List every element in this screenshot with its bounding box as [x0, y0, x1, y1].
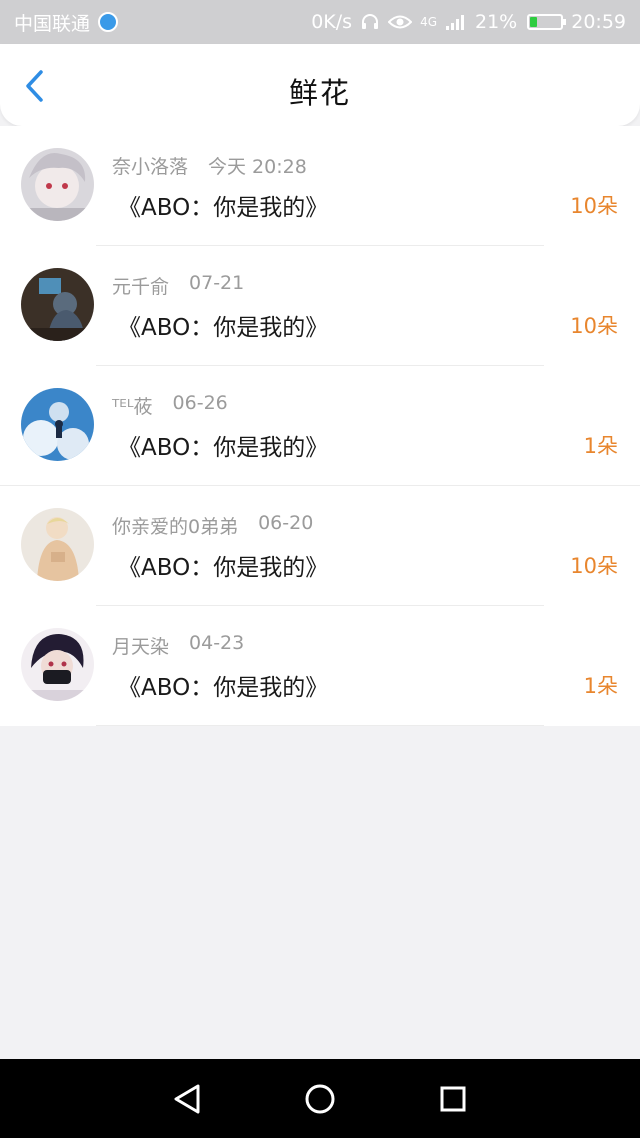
book-title: 《ABO：你是我的》 — [118, 435, 329, 461]
book-title: 《ABO：你是我的》 — [118, 675, 329, 701]
list-item[interactable]: 奈小洛落 今天 20:28 《ABO：你是我的》 10朵 — [0, 126, 640, 246]
flower-count: 10朵 — [570, 194, 618, 218]
avatar[interactable] — [21, 148, 94, 221]
list-item[interactable]: ᵀᴱᴸ莜 06-26 《ABO：你是我的》 1朵 — [0, 366, 640, 486]
list-item[interactable]: 元千俞 07-21 《ABO：你是我的》 10朵 — [0, 246, 640, 366]
sender-name: 元千俞 — [112, 276, 170, 298]
timestamp: 04-23 — [189, 632, 245, 654]
battery-icon — [527, 14, 567, 30]
battery-percent: 21% — [475, 11, 518, 33]
sender-name: ᵀᴱᴸ莜 — [112, 396, 153, 418]
book-title: 《ABO：你是我的》 — [118, 555, 329, 581]
page-title: 鲜花 — [288, 76, 351, 110]
timestamp: 06-26 — [172, 392, 228, 414]
eye-icon — [388, 13, 413, 31]
sender-name: 月天染 — [112, 636, 170, 658]
recents-key[interactable] — [429, 1075, 477, 1123]
circle-home-icon — [305, 1084, 335, 1113]
timestamp: 07-21 — [189, 272, 245, 294]
status-bar: 中国联通 0K/s 4G 21% 20:59 — [0, 0, 640, 44]
back-key[interactable] — [163, 1075, 211, 1123]
avatar[interactable] — [21, 508, 94, 581]
nav-header: 鲜花 — [0, 44, 640, 126]
browser-globe-icon — [98, 12, 119, 32]
signal-icon — [445, 13, 467, 31]
network-speed: 0K/s — [311, 11, 353, 33]
avatar[interactable] — [21, 268, 94, 341]
home-key[interactable] — [296, 1075, 344, 1123]
clock: 20:59 — [571, 11, 626, 33]
headphones-icon — [360, 12, 380, 32]
flower-count: 10朵 — [570, 554, 618, 578]
timestamp: 06-20 — [258, 512, 314, 534]
network-type: 4G — [420, 15, 437, 29]
sender-name: 奈小洛落 — [112, 156, 189, 178]
carrier-label: 中国联通 — [14, 12, 91, 35]
timestamp: 今天 20:28 — [208, 156, 307, 178]
divider — [96, 725, 544, 726]
flower-count: 10朵 — [570, 314, 618, 338]
square-recents-icon — [440, 1086, 466, 1111]
avatar[interactable] — [21, 388, 94, 461]
avatar[interactable] — [21, 628, 94, 701]
book-title: 《ABO：你是我的》 — [118, 315, 329, 341]
triangle-back-icon — [174, 1084, 200, 1113]
flower-list: 奈小洛落 今天 20:28 《ABO：你是我的》 10朵 元千俞 07-21 《… — [0, 126, 640, 726]
flower-count: 1朵 — [583, 434, 618, 458]
flower-count: 1朵 — [583, 674, 618, 698]
sender-name: 你亲爱的0弟弟 — [112, 516, 239, 538]
book-title: 《ABO：你是我的》 — [118, 195, 329, 221]
system-nav-bar — [0, 1059, 640, 1138]
list-item[interactable]: 你亲爱的0弟弟 06-20 《ABO：你是我的》 10朵 — [0, 486, 640, 606]
list-item[interactable]: 月天染 04-23 《ABO：你是我的》 1朵 — [0, 606, 640, 726]
